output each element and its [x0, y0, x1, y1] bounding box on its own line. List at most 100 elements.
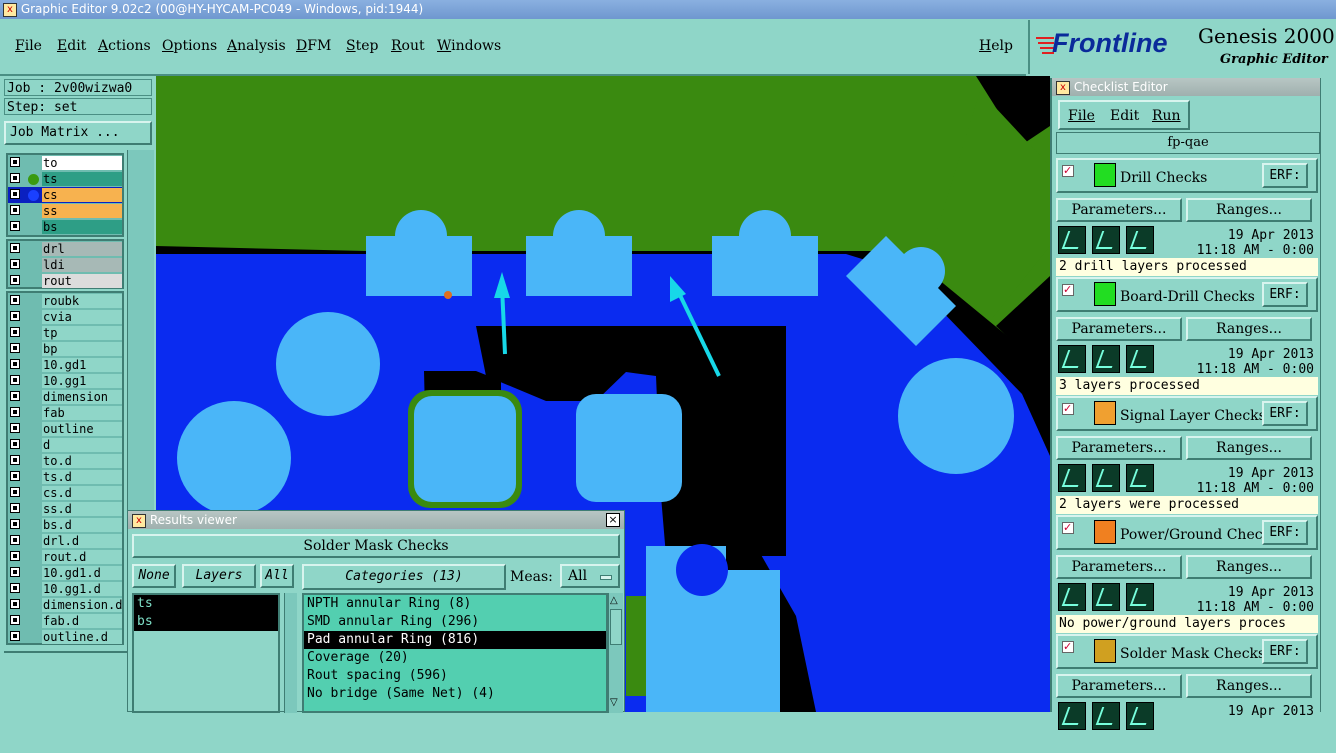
checklist-header-button[interactable]: Solder Mask Checks [132, 534, 620, 558]
parameters-button[interactable]: Parameters... [1056, 674, 1182, 698]
ranges-button[interactable]: Ranges... [1186, 317, 1312, 341]
window-title-bar[interactable]: x Graphic Editor 9.02c2 (00@HY-HYCAM-PC0… [0, 0, 1336, 19]
layer-name[interactable]: to.d [42, 454, 122, 468]
layer-checkbox[interactable] [10, 343, 20, 353]
layer-name[interactable]: 10.gg1 [42, 374, 122, 388]
ranges-button[interactable]: Ranges... [1186, 198, 1312, 222]
menu-options[interactable]: Options [162, 38, 217, 54]
check-enabled-checkbox[interactable]: ✓ [1062, 641, 1074, 653]
layer-checkbox[interactable] [10, 615, 20, 625]
meas-dropdown[interactable]: All [560, 564, 620, 588]
layer-row[interactable]: bs.d [8, 517, 122, 533]
layer-name[interactable]: ts.d [42, 470, 122, 484]
layer-row[interactable]: 10.gg1.d [8, 581, 122, 597]
menu-step[interactable]: Step [346, 38, 378, 54]
layer-name[interactable]: ts [42, 172, 122, 186]
ranges-button[interactable]: Ranges... [1186, 555, 1312, 579]
layer-name[interactable]: ss [42, 204, 122, 218]
layer-name[interactable]: drl [42, 242, 122, 256]
parameters-button[interactable]: Parameters... [1056, 198, 1182, 222]
check-header[interactable]: ✓ Drill Checks ERF: [1056, 158, 1318, 193]
scroll-thumb[interactable] [610, 609, 622, 645]
erf-button[interactable]: ERF: [1262, 401, 1308, 426]
layer-name[interactable]: bs [42, 220, 122, 234]
scroll-up-icon[interactable]: △ [610, 595, 618, 606]
all-button[interactable]: All [260, 564, 294, 588]
layer-row[interactable]: ts.d [8, 469, 122, 485]
check-enabled-checkbox[interactable]: ✓ [1062, 403, 1074, 415]
layer-name[interactable]: tp [42, 326, 122, 340]
ranges-button[interactable]: Ranges... [1186, 674, 1312, 698]
layer-checkbox[interactable] [10, 567, 20, 577]
run-action-icon[interactable] [1092, 702, 1120, 730]
layer-name[interactable]: dimension [42, 390, 122, 404]
categories-button[interactable]: Categories (13) [302, 564, 506, 590]
layer-row[interactable]: bs [8, 219, 122, 235]
menu-help[interactable]: Help [979, 38, 1013, 54]
layer-name[interactable]: outline.d [42, 630, 122, 644]
layer-checkbox[interactable] [10, 327, 20, 337]
close-icon[interactable]: × [606, 513, 620, 527]
layer-checkbox[interactable] [10, 631, 20, 641]
layer-name[interactable]: ss.d [42, 502, 122, 516]
erf-button[interactable]: ERF: [1262, 163, 1308, 188]
layer-row[interactable]: outline.d [8, 629, 122, 645]
run-action-icon[interactable] [1126, 345, 1154, 373]
layer-row[interactable]: fab [8, 405, 122, 421]
layer-row[interactable]: dimension [8, 389, 122, 405]
layer-row[interactable]: 10.gd1.d [8, 565, 122, 581]
layer-checkbox[interactable] [10, 189, 20, 199]
job-matrix-button[interactable]: Job Matrix ... [4, 121, 152, 145]
run-action-icon[interactable] [1058, 702, 1086, 730]
list-item[interactable]: ts [134, 595, 278, 613]
layer-name[interactable]: fab.d [42, 614, 122, 628]
menu-dfm[interactable]: DFM [296, 38, 331, 54]
category-item[interactable]: No bridge (Same Net) (4) [304, 685, 606, 703]
checklist-menu-run[interactable]: Run [1152, 108, 1181, 124]
layer-name[interactable]: bp [42, 342, 122, 356]
layer-row[interactable]: bp [8, 341, 122, 357]
layer-checkbox[interactable] [10, 221, 20, 231]
layer-row[interactable]: rout.d [8, 549, 122, 565]
layer-checkbox[interactable] [10, 455, 20, 465]
category-item[interactable]: Coverage (20) [304, 649, 606, 667]
check-enabled-checkbox[interactable]: ✓ [1062, 284, 1074, 296]
run-action-icon[interactable] [1058, 345, 1086, 373]
erf-button[interactable]: ERF: [1262, 520, 1308, 545]
layer-name[interactable]: roubk [42, 294, 122, 308]
layer-row[interactable]: cvia [8, 309, 122, 325]
layer-name[interactable]: to [42, 156, 122, 170]
layer-row[interactable]: drl.d [8, 533, 122, 549]
run-action-icon[interactable] [1058, 583, 1086, 611]
parameters-button[interactable]: Parameters... [1056, 436, 1182, 460]
layer-checkbox[interactable] [10, 359, 20, 369]
layer-row[interactable]: 10.gd1 [8, 357, 122, 373]
layer-name[interactable]: 10.gg1.d [42, 582, 122, 596]
layer-row[interactable]: to.d [8, 453, 122, 469]
layers-button[interactable]: Layers [182, 564, 256, 588]
layer-checkbox[interactable] [10, 583, 20, 593]
checklist-menu-edit[interactable]: Edit [1110, 108, 1139, 124]
menu-file[interactable]: File [15, 38, 42, 54]
category-item[interactable]: NPTH annular Ring (8) [304, 595, 606, 613]
categories-scrollbar[interactable]: △ ▽ [608, 593, 623, 713]
check-header[interactable]: ✓ Signal Layer Checks ERF: [1056, 396, 1318, 431]
list-item[interactable]: bs [134, 613, 278, 631]
layer-checkbox[interactable] [10, 391, 20, 401]
category-item[interactable]: SMD annular Ring (296) [304, 613, 606, 631]
layer-checkbox[interactable] [10, 599, 20, 609]
menu-windows[interactable]: Windows [437, 38, 501, 54]
run-action-icon[interactable] [1092, 345, 1120, 373]
layer-row[interactable]: ldi [8, 257, 122, 273]
layer-name[interactable]: drl.d [42, 534, 122, 548]
layer-name[interactable]: fab [42, 406, 122, 420]
run-action-icon[interactable] [1058, 464, 1086, 492]
layer-checkbox[interactable] [10, 471, 20, 481]
none-button[interactable]: None [132, 564, 176, 588]
results-viewer-title-bar[interactable]: x Results viewer × [128, 511, 624, 529]
layers-list-scrollbar[interactable] [284, 593, 297, 713]
erf-button[interactable]: ERF: [1262, 282, 1308, 307]
run-action-icon[interactable] [1092, 583, 1120, 611]
layer-row[interactable]: fab.d [8, 613, 122, 629]
layer-row[interactable]: d [8, 437, 122, 453]
